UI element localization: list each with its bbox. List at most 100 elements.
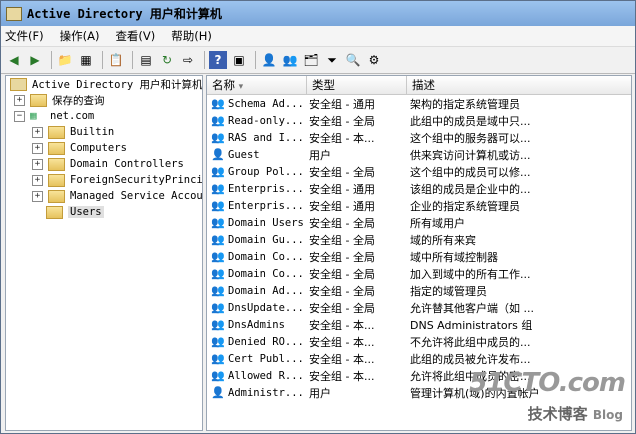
list-item[interactable]: 👥 Read-only... 安全组 - 全局 此组中的成员是域中只... bbox=[207, 112, 631, 129]
folder-icon bbox=[48, 189, 65, 203]
tree-item-foreign-security[interactable]: + ForeignSecurityPrincipals bbox=[6, 172, 202, 188]
item-description: 该组的成员是企业中的... bbox=[410, 182, 531, 196]
expand-icon[interactable]: + bbox=[32, 190, 43, 202]
item-description: 允许替其他客户端（如 ... bbox=[410, 301, 534, 315]
item-name: Enterpris... bbox=[228, 199, 304, 212]
find-icon[interactable]: 🔍 bbox=[344, 51, 362, 69]
console-icon[interactable]: ▣ bbox=[230, 51, 248, 69]
item-name: Domain Users bbox=[228, 216, 304, 229]
menu-file[interactable]: 文件(F) bbox=[5, 28, 44, 44]
list-rows: 👥 Schema Ad... 安全组 - 通用 架构的指定系统管理员 👥 Read-onl… bbox=[207, 95, 631, 401]
sort-arrow-icon: ▾ bbox=[238, 82, 244, 92]
list-item[interactable]: 👥 Enterpris... 安全组 - 通用 该组的成员是企业中的... bbox=[207, 180, 631, 197]
item-name: RAS and I... bbox=[228, 131, 304, 144]
user-icon: 👤 bbox=[211, 385, 225, 399]
group-icon: 👥 bbox=[211, 283, 225, 297]
new-group-icon[interactable]: 👥 bbox=[281, 51, 299, 69]
menu-help[interactable]: 帮助(H) bbox=[171, 28, 212, 44]
list-item[interactable]: 👥 RAS and I... 安全组 - 本... 这个组中的服务器可以... bbox=[207, 129, 631, 146]
new-user-icon[interactable]: 👤 bbox=[260, 51, 278, 69]
item-type: 安全组 - 本... bbox=[309, 369, 375, 383]
tree-item-label: net.com bbox=[50, 110, 95, 122]
tree-item-domain-controllers[interactable]: + Domain Controllers bbox=[6, 156, 202, 172]
item-name: Cert Publ... bbox=[228, 352, 304, 365]
tree-item-saved-queries[interactable]: + 保存的查询 bbox=[6, 92, 202, 108]
item-description: 域中所有域控制器 bbox=[410, 250, 498, 264]
properties-icon[interactable]: ▤ bbox=[137, 51, 155, 69]
new-ou-icon[interactable]: 🗂 bbox=[302, 51, 320, 69]
menu-view[interactable]: 查看(V) bbox=[115, 28, 155, 44]
expand-icon[interactable]: + bbox=[14, 94, 25, 106]
item-type: 用户 bbox=[309, 386, 331, 400]
item-name: Enterpris... bbox=[228, 182, 304, 195]
list-item[interactable]: 👥 Enterpris... 安全组 - 通用 企业的指定系统管理员 bbox=[207, 197, 631, 214]
list-item[interactable]: 👥 DnsUpdate... 安全组 - 全局 允许替其他客户端（如 ... bbox=[207, 299, 631, 316]
tree-pane: Active Directory 用户和计算机 + 保存的查询 − ▦ net.… bbox=[5, 75, 203, 431]
tree-item-users[interactable]: Users bbox=[6, 204, 202, 220]
item-description: 此组中的成员是域中只... bbox=[410, 114, 531, 128]
list-header: 名称 ▾ 类型 描述 bbox=[207, 76, 631, 95]
export-icon[interactable]: ⇨ bbox=[179, 51, 197, 69]
list-item[interactable]: 👥 Cert Publ... 安全组 - 本... 此组的成员被允许发布... bbox=[207, 350, 631, 367]
tree-item-label: 保存的查询 bbox=[52, 94, 105, 107]
tree-item-label: Domain Controllers bbox=[70, 158, 184, 170]
expand-icon[interactable]: + bbox=[32, 174, 43, 186]
item-type: 安全组 - 全局 bbox=[309, 267, 375, 281]
help-icon[interactable]: ? bbox=[209, 51, 227, 69]
list-item[interactable]: 👥 Schema Ad... 安全组 - 通用 架构的指定系统管理员 bbox=[207, 95, 631, 112]
item-name: Read-only... bbox=[228, 114, 304, 127]
list-item[interactable]: 👥 Group Pol... 安全组 - 全局 这个组中的成员可以修... bbox=[207, 163, 631, 180]
tree-root[interactable]: Active Directory 用户和计算机 bbox=[6, 76, 202, 92]
list-item[interactable]: 👥 Domain Ad... 安全组 - 全局 指定的域管理员 bbox=[207, 282, 631, 299]
group-icon: 👥 bbox=[211, 351, 225, 365]
list-item[interactable]: 👥 Domain Co... 安全组 - 全局 加入到域中的所有工作... bbox=[207, 265, 631, 282]
show-tree-icon[interactable]: ▦ bbox=[77, 51, 95, 69]
menu-action[interactable]: 操作(A) bbox=[60, 28, 100, 44]
expand-icon[interactable]: + bbox=[32, 126, 43, 138]
watermark-site: 51CTO.com bbox=[469, 368, 626, 398]
list-item[interactable]: 👤 Guest 用户 供来宾访问计算机或访... bbox=[207, 146, 631, 163]
column-type[interactable]: 类型 bbox=[307, 76, 407, 94]
refresh-icon[interactable]: ↻ bbox=[158, 51, 176, 69]
collapse-icon[interactable]: − bbox=[14, 110, 25, 122]
column-name[interactable]: 名称 ▾ bbox=[207, 76, 307, 94]
item-description: 不允许将此组中成员的... bbox=[410, 335, 531, 349]
column-description[interactable]: 描述 bbox=[407, 76, 631, 94]
list-item[interactable]: 👥 Domain Gu... 安全组 - 全局 域的所有来宾 bbox=[207, 231, 631, 248]
list-item[interactable]: 👥 Denied RO... 安全组 - 本... 不允许将此组中成员的... bbox=[207, 333, 631, 350]
item-type: 安全组 - 全局 bbox=[309, 165, 375, 179]
item-name: DnsUpdate... bbox=[228, 301, 304, 314]
up-folder-icon[interactable]: 📁 bbox=[56, 51, 74, 69]
item-description: 企业的指定系统管理员 bbox=[410, 199, 520, 213]
watermark-sub: 技术博客 Blog bbox=[527, 405, 623, 423]
tree-item-computers[interactable]: + Computers bbox=[6, 140, 202, 156]
group-icon: 👥 bbox=[211, 368, 225, 382]
item-name: Schema Ad... bbox=[228, 97, 304, 110]
item-name: Group Pol... bbox=[228, 165, 304, 178]
filter-icon[interactable]: ⏷ bbox=[323, 51, 341, 69]
item-description: 这个组中的服务器可以... bbox=[410, 131, 531, 145]
item-name: Denied RO... bbox=[228, 335, 304, 348]
expand-icon[interactable]: + bbox=[32, 158, 43, 170]
back-icon[interactable]: ◀ bbox=[5, 51, 23, 69]
item-description: 所有域用户 bbox=[410, 216, 465, 230]
group-icon: 👥 bbox=[211, 317, 225, 331]
item-type: 安全组 - 本... bbox=[309, 335, 375, 349]
item-type: 安全组 - 通用 bbox=[309, 182, 375, 196]
item-description: 架构的指定系统管理员 bbox=[410, 97, 520, 111]
expand-icon[interactable]: + bbox=[32, 142, 43, 154]
tree-item-managed-service[interactable]: + Managed Service Accounts bbox=[6, 188, 202, 204]
tree-item-domain[interactable]: − ▦ net.com bbox=[6, 108, 202, 124]
group-icon: 👥 bbox=[211, 130, 225, 144]
list-item[interactable]: 👥 Domain Co... 安全组 - 全局 域中所有域控制器 bbox=[207, 248, 631, 265]
add-to-group-icon[interactable]: ⚙ bbox=[365, 51, 383, 69]
list-item[interactable]: 👥 DnsAdmins 安全组 - 本... DNS Administrators 组 bbox=[207, 316, 631, 333]
folder-icon bbox=[48, 173, 65, 187]
group-icon: 👥 bbox=[211, 266, 225, 280]
list-item[interactable]: 👥 Domain Users 安全组 - 全局 所有域用户 bbox=[207, 214, 631, 231]
copy-icon[interactable]: 📋 bbox=[107, 51, 125, 69]
item-type: 安全组 - 通用 bbox=[309, 199, 375, 213]
forward-icon[interactable]: ▶ bbox=[26, 51, 44, 69]
tree-item-builtin[interactable]: + Builtin bbox=[6, 124, 202, 140]
group-icon: 👥 bbox=[211, 113, 225, 127]
